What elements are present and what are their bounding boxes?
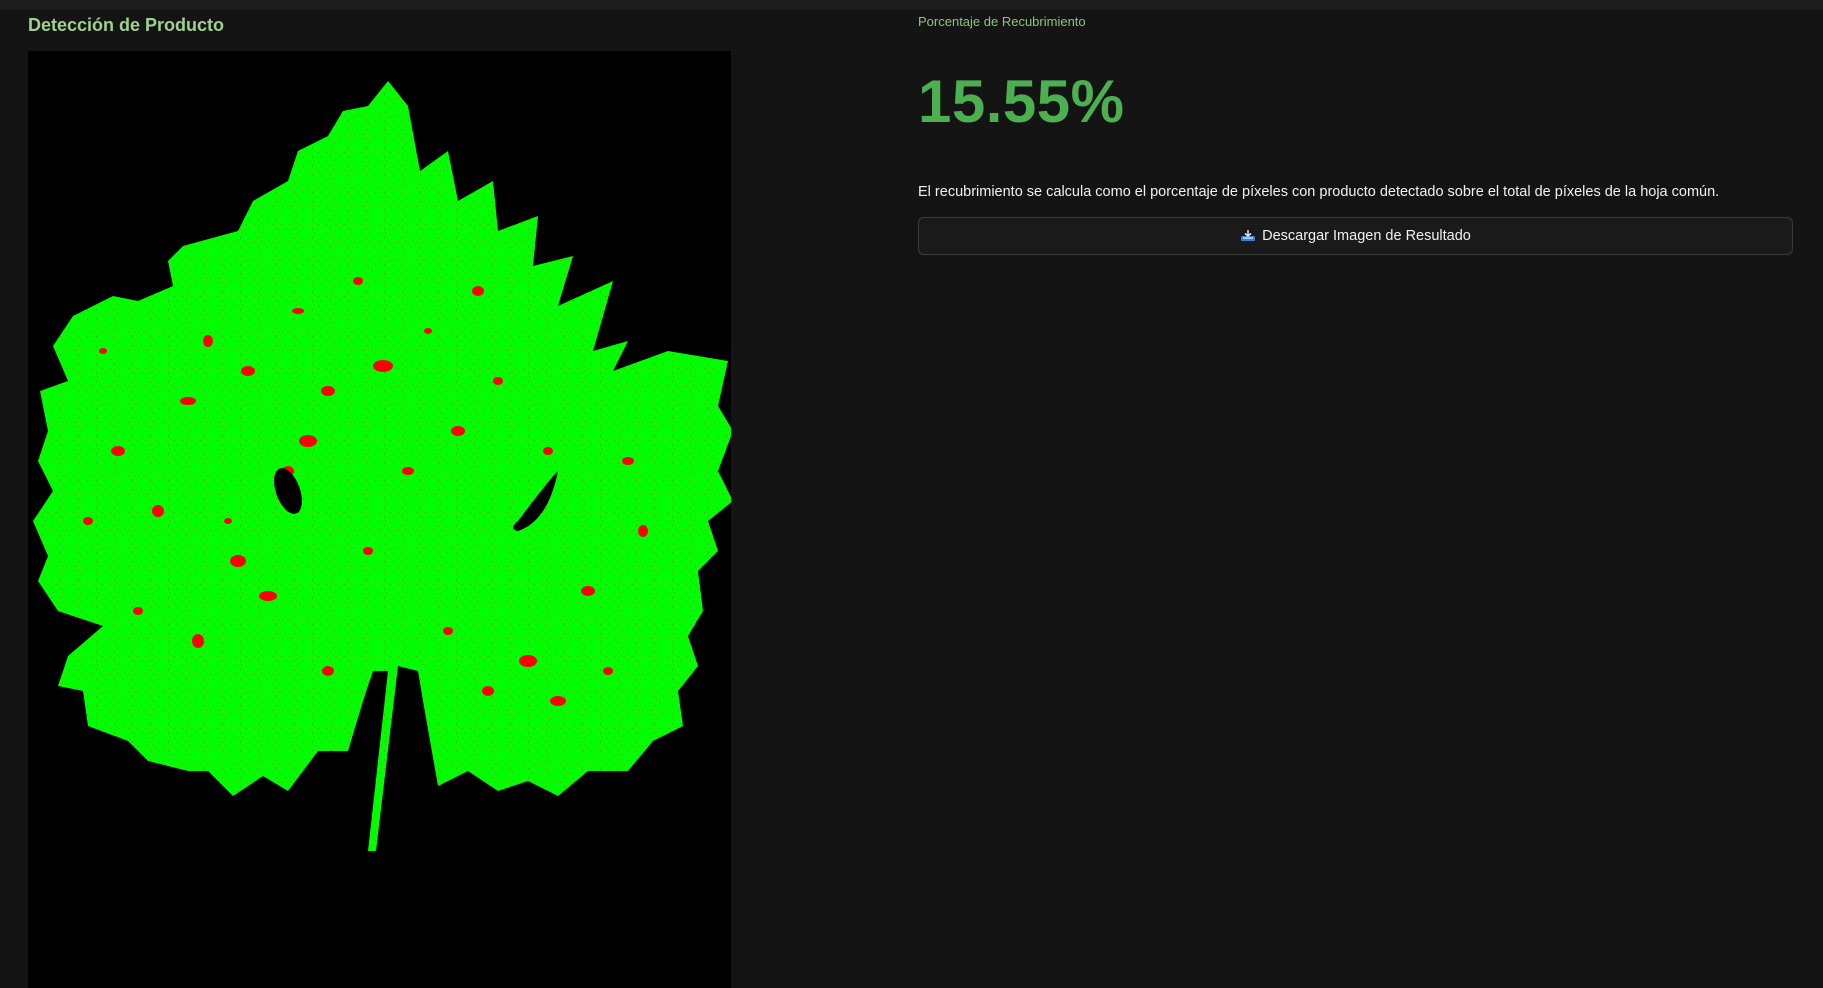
result-image (28, 51, 731, 988)
leaf-mask-image (33, 81, 731, 851)
metric-label: Porcentaje de Recubrimiento (918, 14, 1086, 29)
metrics-panel: Porcentaje de Recubrimiento 15.55% El re… (918, 10, 1793, 255)
section-title: Detección de Producto (28, 15, 225, 35)
download-button-label: Descargar Imagen de Resultado (1262, 228, 1471, 244)
metric-description: El recubrimiento se calcula como el porc… (918, 184, 1720, 200)
metric-value: 15.55% (918, 68, 1125, 135)
detection-panel: Detección de Producto (28, 10, 731, 988)
top-bar (0, 0, 1823, 10)
download-result-button[interactable]: Descargar Imagen de Resultado (918, 217, 1793, 255)
inbox-tray-icon (1240, 230, 1256, 242)
